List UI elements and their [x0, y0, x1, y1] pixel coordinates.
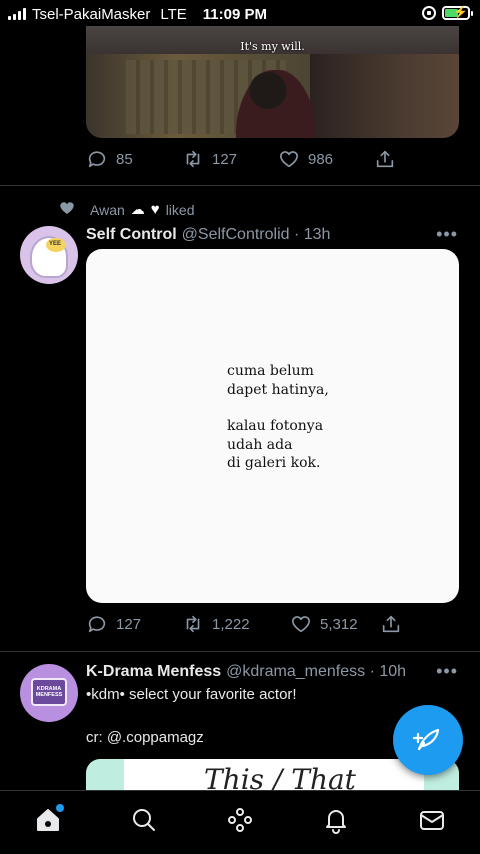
avatar[interactable]: KDRAMA MENFESS	[20, 664, 78, 722]
share-icon	[382, 615, 400, 633]
liked-by-user: Awan	[90, 201, 125, 218]
handle-and-time: @SelfControlid · 13h	[181, 226, 331, 243]
social-context[interactable]: Awan ☁ ♥ liked	[58, 199, 194, 220]
retweet-button[interactable]: 127	[182, 148, 278, 170]
carrier-name: Tsel-PakaiMasker	[32, 5, 151, 23]
avatar-label: YEE	[49, 241, 62, 247]
nav-spaces[interactable]	[220, 800, 260, 840]
retweet-count: 127	[212, 150, 238, 168]
avatar-label: KDRAMA MENFESS	[35, 686, 63, 699]
status-bar: Tsel-PakaiMasker LTE 11:09 PM ⚡	[0, 0, 480, 28]
nav-search[interactable]	[124, 800, 164, 840]
clock: 11:09 PM	[202, 5, 267, 23]
network-type: LTE	[160, 5, 187, 23]
display-name[interactable]: K-Drama Menfess	[86, 663, 221, 681]
like-button[interactable]: 5,312	[290, 613, 380, 635]
tweet-actions: 85 127 986	[86, 148, 396, 170]
tweet-header: K-Drama Menfess @kdrama_menfess · 10h	[86, 663, 406, 681]
share-button[interactable]	[374, 148, 396, 170]
messages-icon	[420, 810, 444, 830]
compose-tweet-icon	[412, 728, 440, 751]
image-text-line: di galeri kok.	[227, 455, 321, 471]
heart-icon	[291, 616, 311, 633]
like-count: 5,312	[320, 615, 358, 633]
heart-icon	[279, 151, 299, 168]
retweet-icon	[186, 150, 200, 168]
retweet-icon	[186, 615, 200, 633]
reply-icon	[88, 151, 106, 168]
video-subtitle: It's my will.	[240, 40, 305, 53]
image-text-line: cuma belum	[227, 363, 314, 379]
spaces-icon	[228, 807, 252, 832]
tweet-actions: 127 1,222 5,312	[86, 613, 402, 635]
reply-count: 85	[116, 150, 133, 168]
liked-label: liked	[165, 201, 195, 218]
retweet-count: 1,222	[212, 615, 250, 633]
notifications-icon	[326, 809, 346, 834]
reply-count: 127	[116, 615, 142, 633]
reply-icon	[88, 616, 106, 633]
notification-dot	[56, 803, 64, 812]
reply-button[interactable]: 85	[86, 148, 182, 170]
battery-icon: ⚡	[442, 5, 473, 20]
image-text-line: dapet hatinya,	[227, 381, 329, 398]
tweet-image[interactable]: cuma belum dapet hatinya, kalau fotonya …	[86, 249, 459, 603]
image-text-line: udah ada	[227, 436, 293, 453]
tweet-text: cr: @.coppamagz	[86, 729, 204, 746]
handle-and-time: @kdrama_menfess · 10h	[226, 663, 407, 680]
search-icon	[133, 808, 155, 831]
bottom-navigation	[0, 790, 480, 854]
more-options-icon[interactable]: •••	[436, 661, 458, 682]
tweet-text: •kdm• select your favorite actor!	[86, 686, 297, 703]
heart-filled-icon	[58, 199, 76, 220]
avatar[interactable]: YEE	[20, 226, 78, 284]
share-button[interactable]	[380, 613, 402, 635]
retweet-button[interactable]: 1,222	[182, 613, 290, 635]
compose-tweet-button[interactable]	[393, 705, 463, 775]
white-heart-icon: ♥	[150, 201, 160, 218]
like-button[interactable]: 986	[278, 148, 374, 170]
tweet-header: Self Control @SelfControlid · 13h	[86, 226, 330, 244]
display-name[interactable]: Self Control	[86, 226, 177, 244]
share-icon	[376, 150, 394, 168]
more-options-icon[interactable]: •••	[436, 224, 458, 245]
signal-icon	[8, 8, 26, 20]
divider	[0, 185, 480, 186]
tweet-video-media[interactable]: It's my will.	[86, 26, 459, 138]
orientation-lock-icon	[422, 6, 436, 20]
image-text-line: kalau fotonya	[227, 418, 324, 434]
cloud-icon: ☁	[130, 201, 145, 217]
reply-button[interactable]: 127	[86, 613, 182, 635]
like-count: 986	[308, 150, 334, 168]
nav-notifications[interactable]	[316, 800, 356, 840]
image-text: cuma belum dapet hatinya, kalau fotonya …	[227, 362, 329, 473]
divider	[0, 651, 480, 652]
nav-home[interactable]	[28, 800, 68, 840]
nav-messages[interactable]	[412, 800, 452, 840]
